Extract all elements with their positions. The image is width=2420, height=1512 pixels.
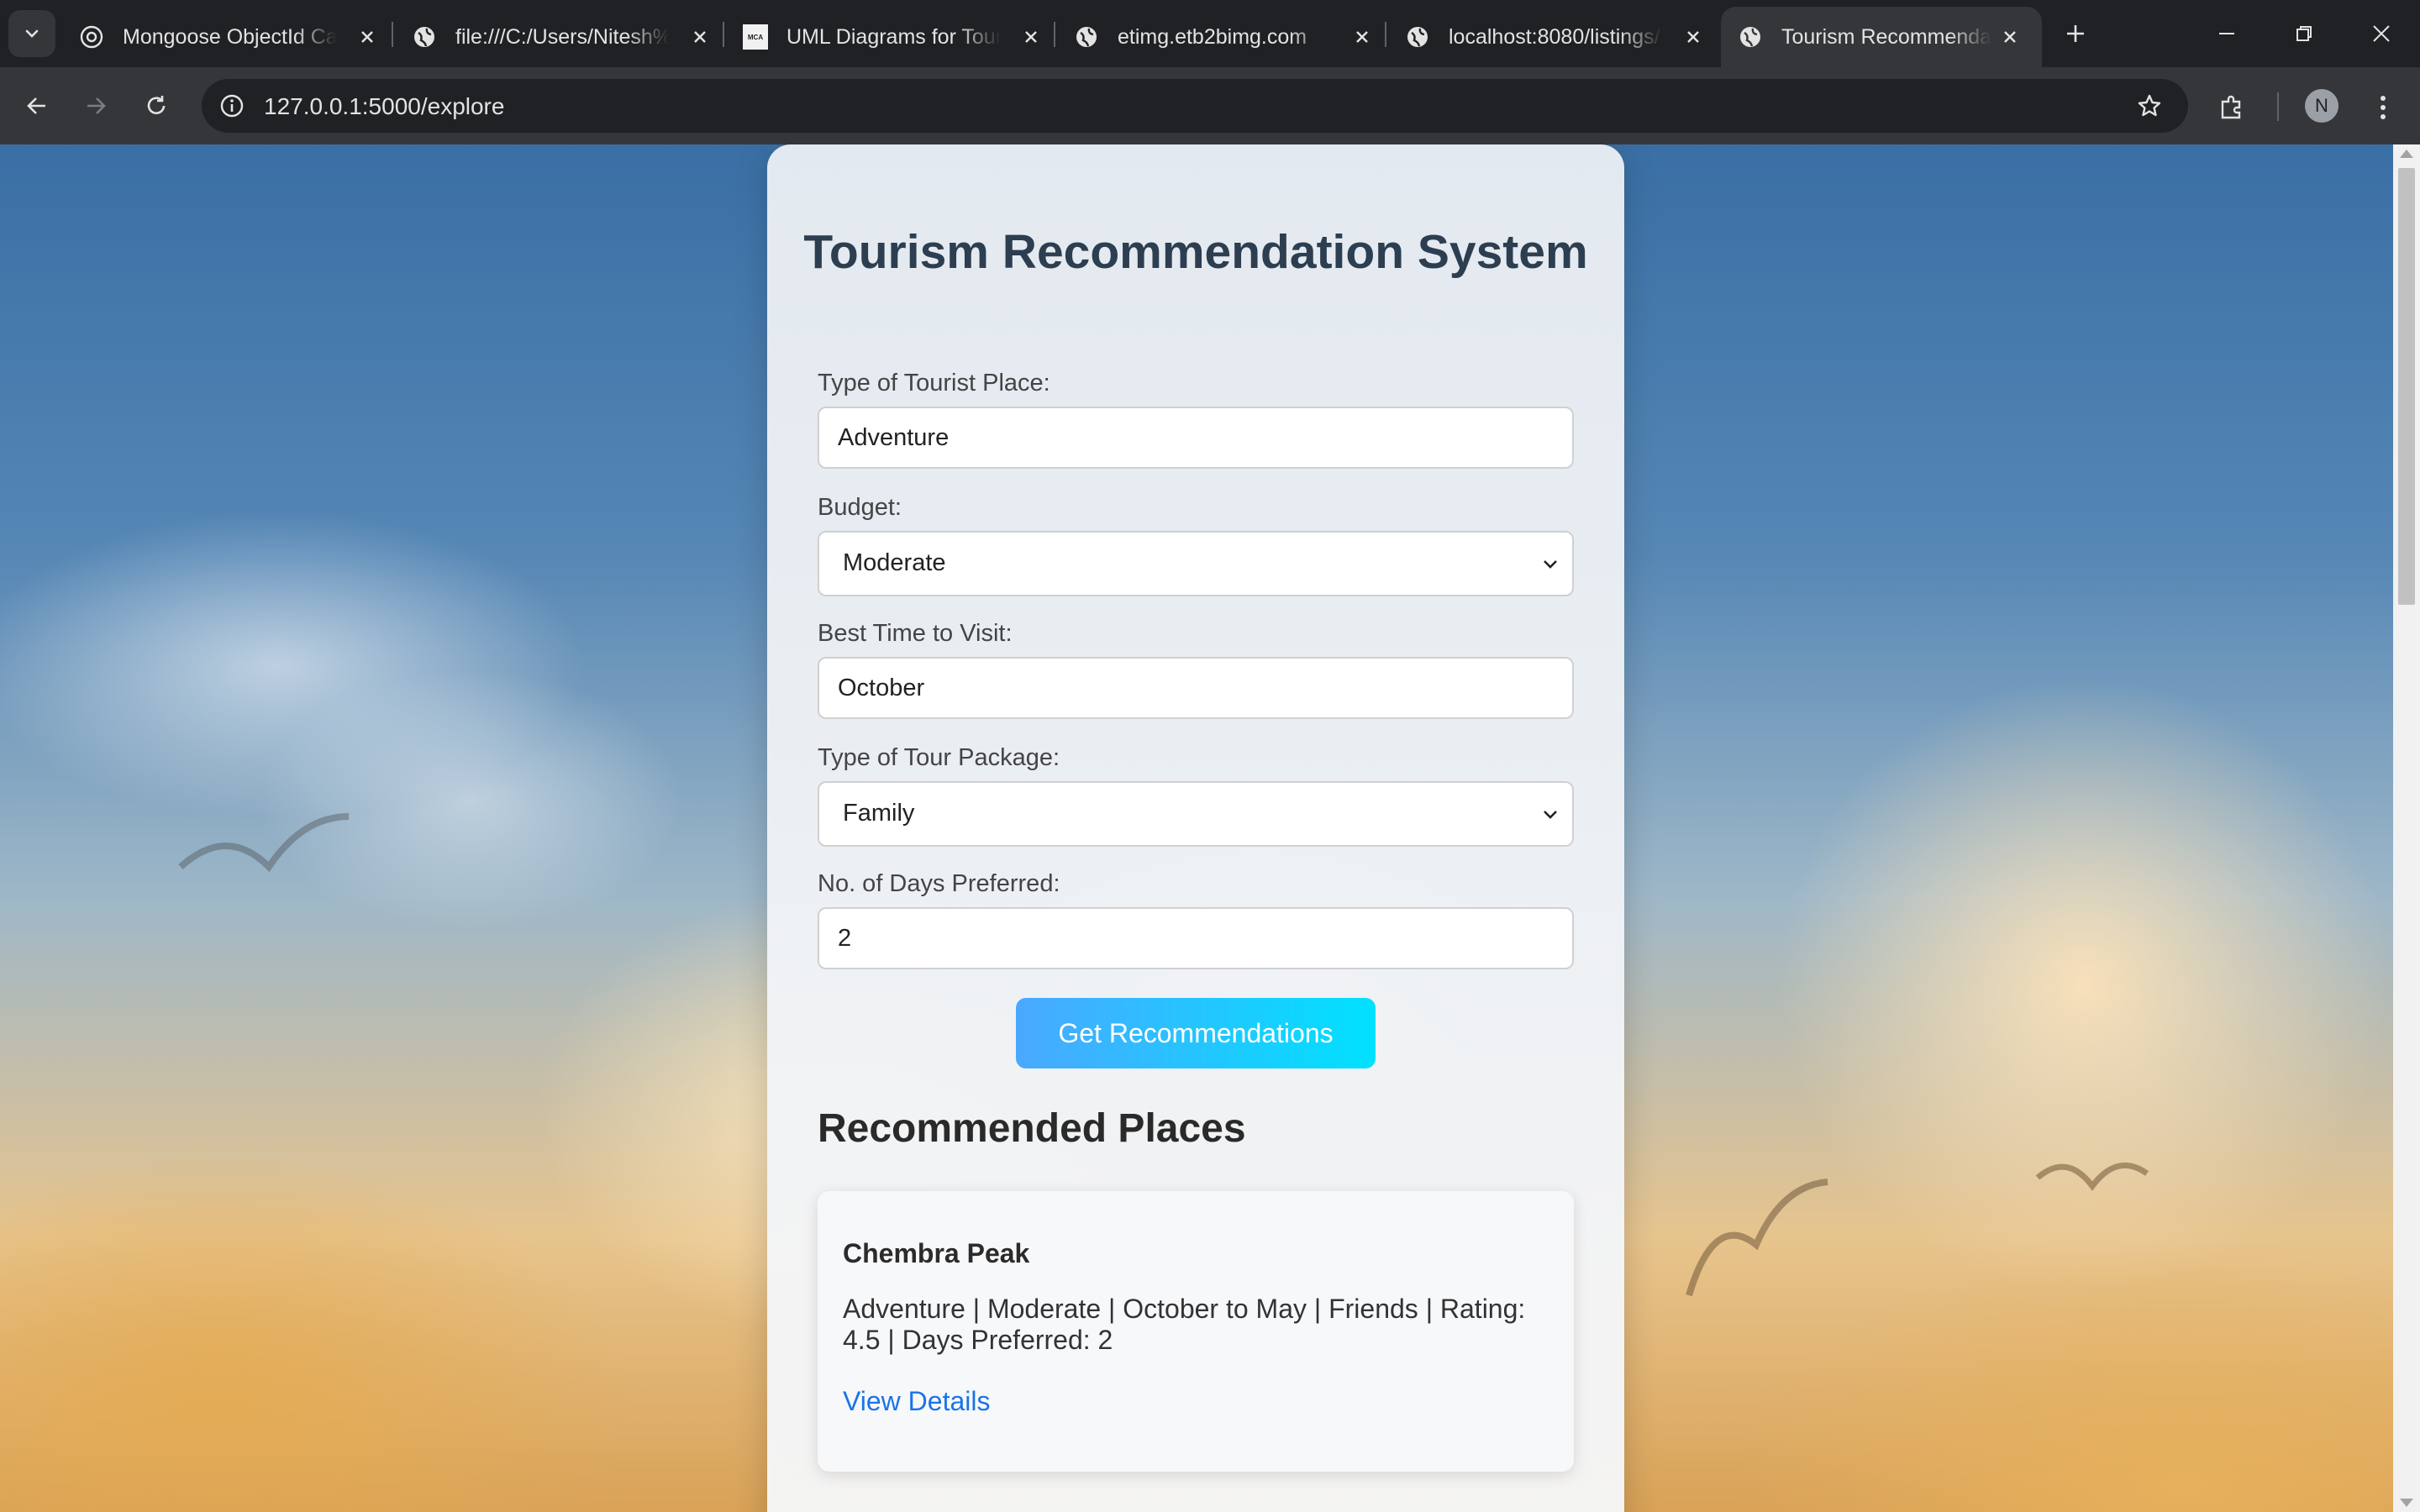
tab-separator: [392, 22, 393, 47]
tab-label: Tourism Recommendati: [1781, 24, 1991, 49]
forward-button[interactable]: [76, 86, 116, 126]
tab-label: file:///C:/Users/Nitesh%: [455, 24, 670, 49]
scroll-down-arrow[interactable]: [2400, 1499, 2413, 1507]
days-input[interactable]: [818, 907, 1574, 969]
restore-icon: [2296, 26, 2312, 41]
bird-silhouette: [2035, 1162, 2149, 1191]
globe-icon: [412, 24, 437, 50]
profile-avatar[interactable]: N: [2305, 89, 2338, 123]
plus-icon: [2067, 25, 2084, 42]
close-tab-icon[interactable]: [355, 25, 379, 49]
place-name: Chembra Peak: [843, 1238, 1030, 1268]
days-label: No. of Days Preferred:: [818, 870, 1060, 897]
globe-icon: [1738, 24, 1763, 50]
tab-local-file[interactable]: file:///C:/Users/Nitesh%: [412, 7, 712, 67]
chevron-down-icon: [1544, 811, 1557, 819]
close-tab-icon[interactable]: [688, 25, 712, 49]
minimize-button[interactable]: [2202, 12, 2252, 55]
tab-tourism-recommendation[interactable]: Tourism Recommendati: [1721, 7, 2042, 67]
tour-package-select[interactable]: Family: [818, 781, 1574, 847]
close-tab-icon[interactable]: [1350, 25, 1374, 49]
tab-separator: [1054, 22, 1055, 47]
scroll-thumb[interactable]: [2398, 168, 2415, 605]
tab-label: localhost:8080/listings/: [1449, 24, 1660, 49]
close-icon: [2373, 25, 2390, 42]
bookmark-star-icon[interactable]: [2131, 87, 2168, 124]
budget-label: Budget:: [818, 494, 902, 521]
close-tab-icon[interactable]: [1019, 25, 1043, 49]
page-title: Tourism Recommendation System: [803, 225, 1588, 279]
tab-search-button[interactable]: [8, 10, 55, 57]
recommendation-form-card: Tourism Recommendation System Type of To…: [767, 144, 1624, 1512]
tab-uml-diagrams[interactable]: MCA UML Diagrams for Tour: [743, 7, 1043, 67]
close-window-button[interactable]: [2356, 12, 2407, 55]
budget-selected-value: Moderate: [843, 549, 946, 576]
reload-icon: [147, 96, 166, 114]
best-time-label: Best Time to Visit:: [818, 620, 1013, 647]
tab-label: Mongoose ObjectId Ca: [123, 24, 337, 49]
place-details: Adventure | Moderate | October to May | …: [843, 1294, 1526, 1355]
minimize-icon: [2219, 33, 2234, 34]
budget-select[interactable]: Moderate: [818, 531, 1574, 596]
tab-label: UML Diagrams for Tour: [786, 24, 1001, 49]
arrow-left-icon: [27, 97, 45, 114]
get-recommendations-button[interactable]: Get Recommendations: [1016, 998, 1376, 1068]
browser-menu-button[interactable]: [2365, 87, 2402, 128]
browser-toolbar: 127.0.0.1:5000/explore N: [0, 67, 2420, 144]
bird-silhouette: [1686, 1179, 1828, 1297]
tab-mongoose[interactable]: Mongoose ObjectId Ca: [79, 7, 379, 67]
back-button[interactable]: [17, 86, 57, 126]
globe-icon: [1074, 24, 1099, 50]
close-tab-icon[interactable]: [1681, 25, 1705, 49]
best-time-input[interactable]: [818, 657, 1574, 719]
tour-package-selected-value: Family: [843, 800, 915, 827]
globe-icon: [1405, 24, 1430, 50]
chevron-down-icon: [1544, 560, 1557, 569]
restore-button[interactable]: [2279, 12, 2329, 55]
page-scrollbar[interactable]: [2393, 144, 2420, 1512]
chevron-down-icon: [25, 29, 39, 38]
site-info-icon[interactable]: [213, 87, 250, 124]
tab-strip: Mongoose ObjectId Ca file:///C:/Users/Ni…: [0, 0, 2420, 67]
page-viewport: Tourism Recommendation System Type of To…: [0, 144, 2393, 1512]
close-tab-icon[interactable]: [1998, 25, 2022, 49]
reload-button[interactable]: [136, 86, 176, 126]
url-text[interactable]: 127.0.0.1:5000/explore: [264, 93, 504, 120]
tab-separator: [723, 22, 724, 47]
chatgpt-icon: [79, 24, 104, 50]
toolbar-divider: [2277, 92, 2279, 121]
recommended-places-heading: Recommended Places: [818, 1106, 1246, 1151]
new-tab-button[interactable]: [2057, 15, 2094, 52]
scroll-up-arrow[interactable]: [2400, 150, 2413, 158]
address-bar[interactable]: 127.0.0.1:5000/explore: [202, 79, 2188, 133]
tab-label: etimg.etb2bimg.com: [1118, 24, 1307, 49]
view-details-link[interactable]: View Details: [843, 1386, 990, 1417]
tab-separator: [1385, 22, 1386, 47]
tab-etimg[interactable]: etimg.etb2bimg.com: [1074, 7, 1374, 67]
extensions-button[interactable]: [2212, 87, 2252, 128]
kebab-menu-icon: [2381, 96, 2386, 119]
puzzle-icon: [2221, 95, 2241, 119]
tab-listings[interactable]: localhost:8080/listings/: [1405, 7, 1705, 67]
place-type-input[interactable]: [818, 407, 1574, 469]
place-type-label: Type of Tourist Place:: [818, 370, 1050, 396]
tour-package-label: Type of Tour Package:: [818, 744, 1060, 771]
arrow-right-icon: [87, 97, 106, 114]
mca-icon: MCA: [743, 24, 768, 50]
bird-silhouette: [178, 813, 350, 873]
recommendation-card: Chembra Peak Adventure | Moderate | Octo…: [818, 1191, 1574, 1472]
